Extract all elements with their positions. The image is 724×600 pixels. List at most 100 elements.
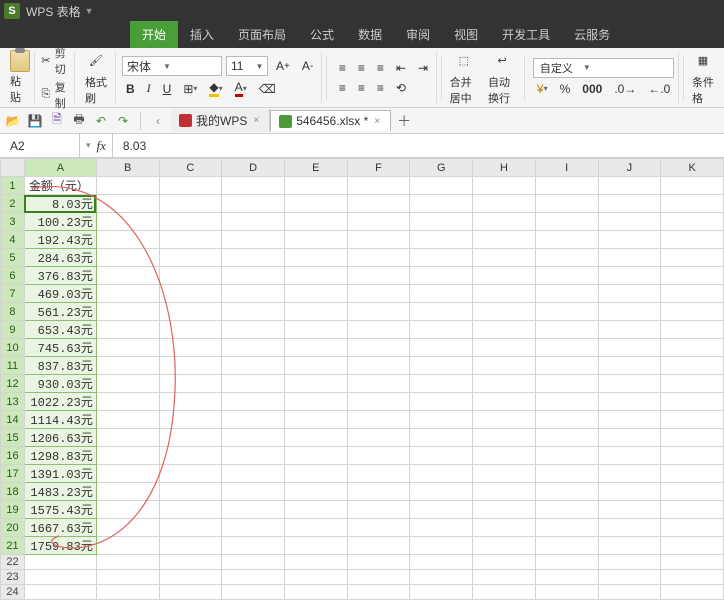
cell-K15[interactable] xyxy=(661,429,724,447)
menu-tab-5[interactable]: 审阅 xyxy=(394,21,442,48)
cell-C16[interactable] xyxy=(159,447,222,465)
cell-J11[interactable] xyxy=(598,357,661,375)
cell-I16[interactable] xyxy=(535,447,598,465)
cell-B12[interactable] xyxy=(96,375,159,393)
merge-center-button[interactable]: ⬚ 合并居中 xyxy=(446,48,482,108)
align-bottom-button[interactable]: ≡ xyxy=(373,59,388,77)
col-header-K[interactable]: K xyxy=(661,159,724,177)
menu-tab-0[interactable]: 开始 xyxy=(130,21,178,48)
decrease-font-button[interactable]: A- xyxy=(298,57,317,75)
cell-D5[interactable] xyxy=(222,249,285,267)
cell-H19[interactable] xyxy=(473,501,536,519)
cell-I9[interactable] xyxy=(535,321,598,339)
cell-H24[interactable] xyxy=(473,585,536,600)
cell-F23[interactable] xyxy=(347,570,410,585)
row-header-21[interactable]: 21 xyxy=(1,537,25,555)
cell-E1[interactable] xyxy=(284,177,347,195)
cell-E18[interactable] xyxy=(284,483,347,501)
cell-I21[interactable] xyxy=(535,537,598,555)
cell-D24[interactable] xyxy=(222,585,285,600)
col-header-J[interactable]: J xyxy=(598,159,661,177)
cell-H13[interactable] xyxy=(473,393,536,411)
cell-H3[interactable] xyxy=(473,213,536,231)
cell-J7[interactable] xyxy=(598,285,661,303)
cell-K23[interactable] xyxy=(661,570,724,585)
cell-I15[interactable] xyxy=(535,429,598,447)
cell-H11[interactable] xyxy=(473,357,536,375)
col-header-G[interactable]: G xyxy=(410,159,473,177)
cell-A12[interactable]: 930.03元 xyxy=(24,375,96,393)
cell-C18[interactable] xyxy=(159,483,222,501)
row-header-17[interactable]: 17 xyxy=(1,465,25,483)
cell-K17[interactable] xyxy=(661,465,724,483)
cell-I24[interactable] xyxy=(535,585,598,600)
fill-color-button[interactable]: ◆▾ xyxy=(205,78,226,99)
cell-J17[interactable] xyxy=(598,465,661,483)
cell-G5[interactable] xyxy=(410,249,473,267)
cell-H20[interactable] xyxy=(473,519,536,537)
cell-B8[interactable] xyxy=(96,303,159,321)
cell-E12[interactable] xyxy=(284,375,347,393)
cell-B9[interactable] xyxy=(96,321,159,339)
cell-G23[interactable] xyxy=(410,570,473,585)
app-menu-dropdown[interactable]: ▼ xyxy=(85,6,94,16)
chevron-left-icon[interactable]: ‹ xyxy=(149,112,167,130)
cell-F10[interactable] xyxy=(347,339,410,357)
cell-I8[interactable] xyxy=(535,303,598,321)
cell-K12[interactable] xyxy=(661,375,724,393)
cell-A21[interactable]: 1759.83元 xyxy=(24,537,96,555)
align-top-button[interactable]: ≡ xyxy=(335,59,350,77)
cell-E21[interactable] xyxy=(284,537,347,555)
cell-F1[interactable] xyxy=(347,177,410,195)
cell-B13[interactable] xyxy=(96,393,159,411)
align-center-button[interactable]: ≡ xyxy=(354,79,369,97)
col-header-D[interactable]: D xyxy=(222,159,285,177)
cell-K5[interactable] xyxy=(661,249,724,267)
cell-E24[interactable] xyxy=(284,585,347,600)
cell-A14[interactable]: 1114.43元 xyxy=(24,411,96,429)
cell-B24[interactable] xyxy=(96,585,159,600)
cell-D23[interactable] xyxy=(222,570,285,585)
cell-F22[interactable] xyxy=(347,555,410,570)
cell-E17[interactable] xyxy=(284,465,347,483)
cell-D22[interactable] xyxy=(222,555,285,570)
cell-F21[interactable] xyxy=(347,537,410,555)
cell-C19[interactable] xyxy=(159,501,222,519)
cell-J21[interactable] xyxy=(598,537,661,555)
cell-I14[interactable] xyxy=(535,411,598,429)
cell-A18[interactable]: 1483.23元 xyxy=(24,483,96,501)
indent-inc-button[interactable]: ⇥ xyxy=(414,59,432,77)
redo-icon[interactable]: ↷ xyxy=(114,112,132,130)
dec-decimal-button[interactable]: ←.0 xyxy=(644,80,674,98)
cell-B11[interactable] xyxy=(96,357,159,375)
cell-B6[interactable] xyxy=(96,267,159,285)
cell-F7[interactable] xyxy=(347,285,410,303)
font-color-button[interactable]: A▾ xyxy=(231,78,251,99)
cell-F9[interactable] xyxy=(347,321,410,339)
cell-A15[interactable]: 1206.63元 xyxy=(24,429,96,447)
cell-A22[interactable] xyxy=(24,555,96,570)
cell-F5[interactable] xyxy=(347,249,410,267)
cell-J23[interactable] xyxy=(598,570,661,585)
cell-H9[interactable] xyxy=(473,321,536,339)
undo-icon[interactable]: ↶ xyxy=(92,112,110,130)
cell-G16[interactable] xyxy=(410,447,473,465)
cell-F12[interactable] xyxy=(347,375,410,393)
cell-C4[interactable] xyxy=(159,231,222,249)
cell-J18[interactable] xyxy=(598,483,661,501)
cell-E13[interactable] xyxy=(284,393,347,411)
cell-K18[interactable] xyxy=(661,483,724,501)
menu-tab-3[interactable]: 公式 xyxy=(298,21,346,48)
cell-F20[interactable] xyxy=(347,519,410,537)
cell-F4[interactable] xyxy=(347,231,410,249)
formula-input[interactable]: 8.03 xyxy=(113,139,724,153)
col-header-F[interactable]: F xyxy=(347,159,410,177)
cell-E20[interactable] xyxy=(284,519,347,537)
cell-I11[interactable] xyxy=(535,357,598,375)
cell-A9[interactable]: 653.43元 xyxy=(24,321,96,339)
cell-D13[interactable] xyxy=(222,393,285,411)
cell-B16[interactable] xyxy=(96,447,159,465)
cell-K24[interactable] xyxy=(661,585,724,600)
cell-J5[interactable] xyxy=(598,249,661,267)
close-icon[interactable]: × xyxy=(372,116,382,127)
